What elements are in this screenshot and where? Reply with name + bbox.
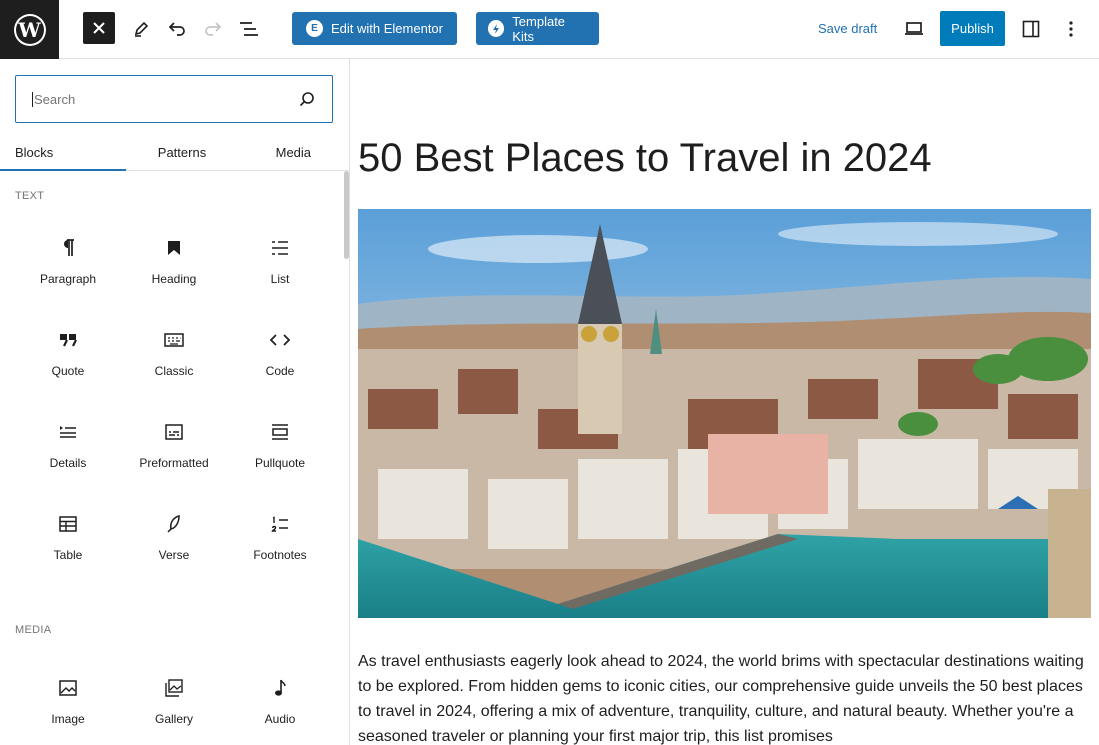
post-title[interactable]: 50 Best Places to Travel in 2024: [358, 136, 932, 181]
inserter-tabs: Blocks Patterns Media: [0, 135, 349, 171]
text-caret: [32, 91, 33, 107]
gallery-icon: [162, 676, 186, 700]
footnotes-icon: [268, 512, 292, 536]
wordpress-logo-icon: W: [13, 13, 46, 46]
heading-icon: [162, 236, 186, 260]
save-draft-button[interactable]: Save draft: [813, 12, 882, 45]
code-icon: [268, 328, 292, 352]
block-image[interactable]: Image: [15, 654, 121, 745]
block-search-input[interactable]: [34, 91, 298, 107]
tools-button[interactable]: [127, 12, 155, 45]
block-code[interactable]: Code: [227, 306, 333, 398]
block-list[interactable]: List: [227, 214, 333, 306]
template-kits-icon: [488, 20, 505, 37]
sidebar-icon: [1022, 20, 1040, 37]
close-inserter-button[interactable]: [83, 12, 115, 44]
preformatted-icon: [162, 420, 186, 444]
tab-blocks[interactable]: Blocks: [0, 135, 127, 171]
text-blocks-grid: Paragraph Heading List Quote Classic Cod…: [15, 214, 333, 582]
block-footnotes[interactable]: Footnotes: [227, 490, 333, 582]
list-view-icon: [240, 21, 258, 36]
redo-button[interactable]: [199, 12, 227, 45]
template-kits-button[interactable]: Template Kits: [476, 12, 599, 45]
inserter-scrollbar[interactable]: [344, 171, 349, 259]
media-blocks-grid: Image Gallery Audio: [15, 654, 333, 745]
image-icon: [56, 676, 80, 700]
category-label-media: MEDIA: [15, 624, 52, 636]
search-icon: [298, 90, 316, 108]
block-verse[interactable]: Verse: [121, 490, 227, 582]
block-inserter-panel: Blocks Patterns Media TEXT Paragraph Hea…: [0, 59, 350, 745]
block-heading[interactable]: Heading: [121, 214, 227, 306]
block-audio[interactable]: Audio: [227, 654, 333, 745]
category-label-text: TEXT: [15, 190, 45, 202]
settings-sidebar-button[interactable]: [1017, 12, 1045, 45]
block-quote[interactable]: Quote: [15, 306, 121, 398]
audio-icon: [268, 676, 292, 700]
pencil-icon: [134, 21, 149, 37]
table-icon: [56, 512, 80, 536]
block-pullquote[interactable]: Pullquote: [227, 398, 333, 490]
edit-with-elementor-button[interactable]: E Edit with Elementor: [292, 12, 457, 45]
elementor-icon: E: [306, 20, 323, 37]
close-icon: [93, 22, 105, 34]
undo-button[interactable]: [163, 12, 191, 45]
details-icon: [56, 420, 80, 444]
keyboard-icon: [162, 328, 186, 352]
paragraph-icon: [56, 236, 80, 260]
tab-patterns[interactable]: Patterns: [126, 135, 237, 170]
tab-media[interactable]: Media: [238, 135, 349, 170]
block-gallery[interactable]: Gallery: [121, 654, 227, 745]
publish-button[interactable]: Publish: [940, 11, 1005, 46]
wordpress-logo-button[interactable]: W: [0, 0, 59, 59]
featured-image-city[interactable]: [358, 209, 1091, 618]
document-overview-button[interactable]: [235, 12, 263, 45]
pullquote-icon: [268, 420, 292, 444]
feather-icon: [162, 512, 186, 536]
block-classic[interactable]: Classic: [121, 306, 227, 398]
undo-icon: [168, 21, 185, 36]
options-button[interactable]: [1057, 12, 1085, 45]
block-details[interactable]: Details: [15, 398, 121, 490]
preview-button[interactable]: [900, 12, 928, 45]
post-paragraph[interactable]: As travel enthusiasts eagerly look ahead…: [358, 649, 1086, 745]
editor-canvas: 50 Best Places to Travel in 2024 As trav…: [350, 59, 1099, 745]
block-table[interactable]: Table: [15, 490, 121, 582]
block-search-box[interactable]: [15, 75, 333, 123]
laptop-icon: [905, 21, 923, 35]
list-icon: [268, 236, 292, 260]
quote-icon: [56, 328, 80, 352]
block-paragraph[interactable]: Paragraph: [15, 214, 121, 306]
editor-top-toolbar: W E Edit with Elementor Template Kits Sa…: [0, 0, 1099, 59]
more-vertical-icon: [1069, 20, 1073, 37]
block-preformatted[interactable]: Preformatted: [121, 398, 227, 490]
redo-icon: [205, 21, 222, 36]
